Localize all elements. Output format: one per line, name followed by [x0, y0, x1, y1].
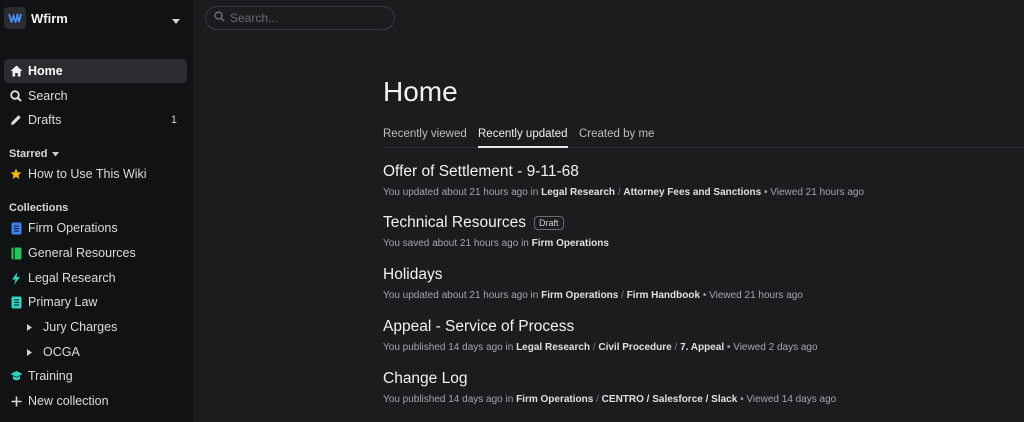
- search-icon: [214, 9, 225, 27]
- document-item[interactable]: Technical Resources Draft You saved abou…: [383, 214, 609, 249]
- document-meta: You saved about 21 hours ago in Firm Ope…: [383, 238, 609, 249]
- meta-path-link[interactable]: Firm Operations: [541, 290, 618, 301]
- document-title[interactable]: Change Log: [383, 370, 836, 388]
- document-title[interactable]: Appeal - Service of Process: [383, 318, 818, 336]
- collection-icon: [9, 295, 23, 309]
- lightning-icon: [9, 271, 23, 285]
- search-input[interactable]: [230, 11, 380, 25]
- new-collection-label: New collection: [28, 394, 109, 408]
- document-item[interactable]: Offer of Settlement - 9-11-68 You update…: [383, 163, 864, 198]
- meta-path-link[interactable]: Civil Procedure: [598, 342, 671, 353]
- meta-path-link[interactable]: CENTRO / Salesforce / Slack: [602, 394, 738, 405]
- document-item[interactable]: Holidays You updated about 21 hours ago …: [383, 266, 803, 301]
- nav-drafts[interactable]: Drafts 1: [4, 108, 187, 132]
- workspace-name: Wfirm: [31, 10, 68, 26]
- meta-action: You published 14 days ago in: [383, 342, 514, 353]
- search-icon: [9, 89, 23, 103]
- tab-created-by-me[interactable]: Created by me: [579, 128, 654, 148]
- caret-right-icon[interactable]: [22, 345, 36, 359]
- draft-badge: Draft: [534, 216, 564, 230]
- document-meta: You published 14 days ago in Legal Resea…: [383, 342, 818, 353]
- document-title[interactable]: Holidays: [383, 266, 803, 284]
- collection-child-label: OCGA: [43, 345, 80, 359]
- collection-label: Training: [28, 369, 73, 383]
- document-item[interactable]: Appeal - Service of Process You publishe…: [383, 318, 818, 353]
- collection-primary-law[interactable]: Primary Law: [4, 290, 187, 314]
- document-item[interactable]: Change Log You published 14 days ago in …: [383, 370, 836, 405]
- graduation-cap-icon: [9, 369, 23, 383]
- main-content: Home Recently viewed Recently updated Cr…: [193, 0, 1024, 422]
- document-title[interactable]: Technical Resources Draft: [383, 214, 609, 232]
- tab-recently-updated[interactable]: Recently updated: [478, 128, 568, 148]
- starred-item[interactable]: How to Use This Wiki: [4, 162, 187, 186]
- meta-path-link[interactable]: Attorney Fees and Sanctions: [623, 187, 761, 198]
- collection-label: Firm Operations: [28, 221, 118, 235]
- document-meta: You updated about 21 hours ago in Legal …: [383, 187, 865, 198]
- meta-path-link[interactable]: Firm Operations: [532, 238, 609, 249]
- meta-viewed: Viewed 21 hours ago: [709, 290, 803, 301]
- meta-path-link[interactable]: Legal Research: [541, 187, 615, 198]
- search-box[interactable]: [205, 6, 395, 30]
- meta-action: You saved about 21 hours ago in: [383, 238, 529, 249]
- document-title-text: Technical Resources: [383, 214, 527, 231]
- pencil-icon: [9, 113, 23, 127]
- starred-item-label: How to Use This Wiki: [28, 167, 147, 181]
- tab-bar: Recently viewed Recently updated Created…: [383, 128, 1024, 148]
- tab-recently-viewed[interactable]: Recently viewed: [383, 128, 467, 148]
- caret-right-icon[interactable]: [22, 320, 36, 334]
- nav-search[interactable]: Search: [4, 84, 187, 108]
- document-title[interactable]: Offer of Settlement - 9-11-68: [383, 163, 864, 181]
- meta-path-link[interactable]: Firm Operations: [516, 394, 593, 405]
- home-icon: [9, 64, 23, 78]
- plus-icon: [9, 394, 23, 408]
- starred-header-label: Starred: [9, 148, 48, 160]
- meta-viewed: Viewed 14 days ago: [746, 394, 837, 405]
- starred-header[interactable]: Starred: [9, 148, 59, 160]
- collection-icon: [9, 221, 23, 235]
- meta-action: You updated about 21 hours ago in: [383, 290, 539, 301]
- nav-drafts-label: Drafts: [28, 113, 62, 127]
- collection-child-jury-charges[interactable]: Jury Charges: [4, 315, 187, 339]
- page-title: Home: [383, 76, 458, 107]
- meta-viewed: Viewed 2 days ago: [733, 342, 818, 353]
- document-meta: You updated about 21 hours ago in Firm O…: [383, 290, 803, 301]
- sidebar: Wfirm Home Search Drafts 1 Starred How t…: [0, 0, 193, 422]
- collection-child-label: Jury Charges: [43, 320, 118, 334]
- meta-path-link[interactable]: 7. Appeal: [680, 342, 724, 353]
- meta-path-link[interactable]: Firm Handbook: [627, 290, 700, 301]
- new-collection-button[interactable]: New collection: [4, 389, 187, 413]
- collection-label: General Resources: [28, 246, 136, 260]
- collection-training[interactable]: Training: [4, 364, 187, 388]
- collection-child-ocga[interactable]: OCGA: [4, 340, 187, 364]
- meta-path-link[interactable]: Legal Research: [516, 342, 590, 353]
- workspace-switcher[interactable]: Wfirm: [4, 6, 188, 30]
- star-icon: [9, 167, 23, 181]
- chevron-down-icon[interactable]: [172, 12, 180, 30]
- meta-action: You published 14 days ago in: [383, 394, 514, 405]
- collection-firm-operations[interactable]: Firm Operations: [4, 216, 187, 240]
- collection-legal-research[interactable]: Legal Research: [4, 266, 187, 290]
- workspace-logo-icon: [4, 7, 26, 29]
- nav-home-label: Home: [28, 64, 63, 78]
- drafts-count: 1: [170, 114, 177, 126]
- nav-home[interactable]: Home: [4, 59, 187, 83]
- collections-header: Collections: [9, 202, 69, 214]
- collection-general-resources[interactable]: General Resources: [4, 241, 187, 265]
- nav-search-label: Search: [28, 89, 68, 103]
- meta-viewed: Viewed 21 hours ago: [770, 187, 865, 198]
- collection-label: Primary Law: [28, 295, 98, 309]
- meta-action: You updated about 21 hours ago in: [383, 187, 539, 198]
- collection-label: Legal Research: [28, 271, 116, 285]
- collection-icon: [9, 246, 23, 260]
- document-meta: You published 14 days ago in Firm Operat…: [383, 394, 837, 405]
- caret-down-icon: [51, 148, 59, 160]
